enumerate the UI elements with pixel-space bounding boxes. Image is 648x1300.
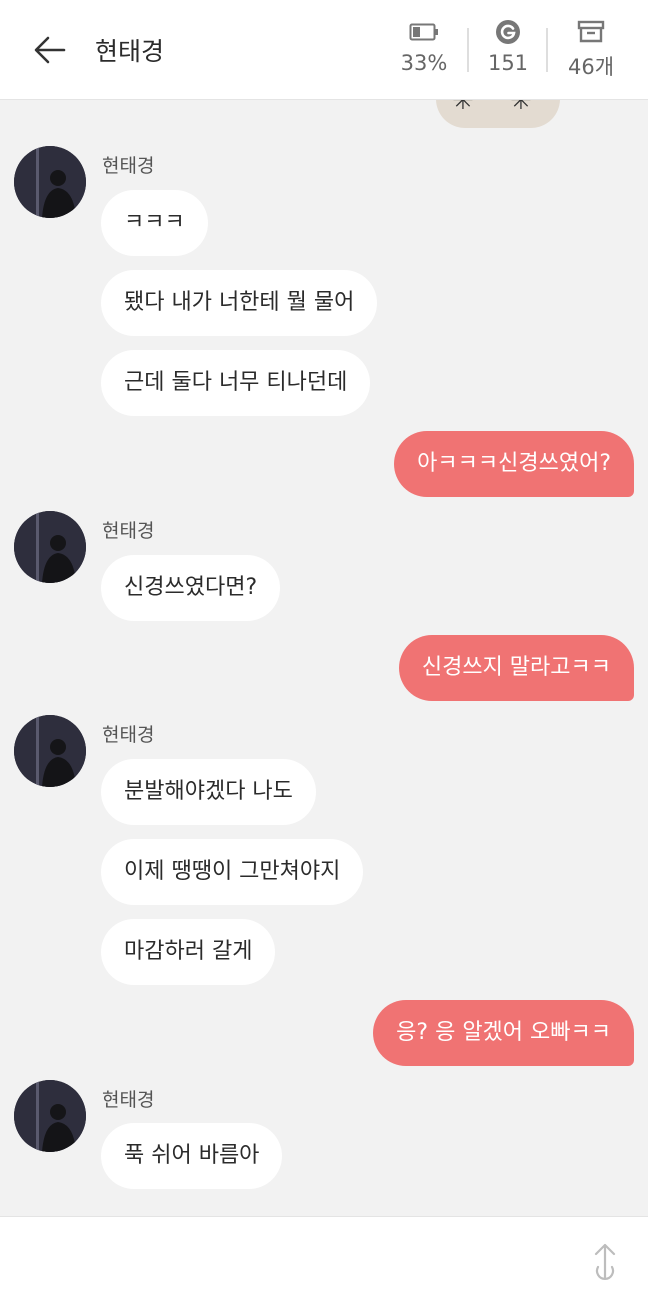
send-button[interactable] bbox=[590, 1241, 620, 1285]
sticker-star-icon: ✳ bbox=[510, 100, 532, 116]
message-bubble-outgoing[interactable]: 응? 응 알겠어 오빠ㅋㅋ bbox=[373, 1000, 634, 1066]
avatar[interactable] bbox=[14, 511, 86, 583]
avatar[interactable] bbox=[14, 1080, 86, 1152]
battery-icon bbox=[409, 23, 438, 41]
message-bubble-incoming[interactable]: 됐다 내가 너한테 뭘 물어 bbox=[101, 270, 378, 336]
archive-box-icon bbox=[577, 20, 605, 43]
points-value: 151 bbox=[487, 51, 529, 75]
profile-photo-icon bbox=[14, 146, 86, 218]
message-bubble-incoming[interactable]: 분발해야겠다 나도 bbox=[101, 759, 316, 825]
sticker-star-icon: ✳ bbox=[452, 100, 474, 116]
profile-photo-icon bbox=[14, 715, 86, 787]
header: 현태경 33% 151 46개 bbox=[0, 0, 648, 100]
message-bubble-incoming[interactable]: 마감하러 갈게 bbox=[101, 919, 276, 985]
chat-area[interactable]: ✳ ✳ 현태경 ㅋㅋㅋ 됐다 내가 너한테 뭘 물어 근데 둘다 너무 티나던데… bbox=[0, 100, 648, 1216]
back-button[interactable] bbox=[30, 30, 70, 70]
send-arrow-icon bbox=[594, 1243, 616, 1280]
archive-value: 46개 bbox=[567, 55, 615, 79]
stat-divider bbox=[467, 28, 469, 72]
profile-photo-icon bbox=[14, 511, 86, 583]
points-stat[interactable]: 151 bbox=[473, 18, 543, 75]
input-bar[interactable] bbox=[0, 1216, 648, 1300]
message-bubble-incoming[interactable]: ㅋㅋㅋ bbox=[101, 190, 208, 256]
avatar[interactable] bbox=[14, 146, 86, 218]
battery-stat[interactable]: 33% bbox=[389, 18, 459, 75]
message-bubble-incoming[interactable]: 푹 쉬어 바름아 bbox=[101, 1123, 283, 1189]
stat-divider bbox=[546, 28, 548, 72]
profile-photo-icon bbox=[14, 1080, 86, 1152]
message-bubble-incoming[interactable]: 근데 둘다 너무 티나던데 bbox=[101, 350, 371, 416]
g-coin-icon bbox=[496, 20, 520, 44]
message-bubble-outgoing[interactable]: 아ㅋㅋㅋ신경쓰였어? bbox=[394, 431, 634, 497]
archive-stat[interactable]: 46개 bbox=[556, 18, 626, 81]
sender-name: 현태경 bbox=[102, 155, 155, 177]
avatar[interactable] bbox=[14, 715, 86, 787]
arrow-left-icon bbox=[34, 36, 66, 64]
sender-name: 현태경 bbox=[102, 724, 155, 746]
message-bubble-incoming[interactable]: 신경쓰였다면? bbox=[101, 555, 281, 621]
message-bubble-incoming[interactable]: 이제 땡땡이 그만쳐야지 bbox=[101, 839, 364, 905]
message-bubble-outgoing[interactable]: 신경쓰지 말라고ㅋㅋ bbox=[398, 635, 634, 701]
battery-value: 33% bbox=[400, 51, 448, 75]
chat-title: 현태경 bbox=[95, 37, 165, 66]
sender-name: 현태경 bbox=[102, 1089, 155, 1111]
sender-name: 현태경 bbox=[102, 520, 155, 542]
sticker[interactable]: ✳ ✳ bbox=[436, 100, 560, 128]
